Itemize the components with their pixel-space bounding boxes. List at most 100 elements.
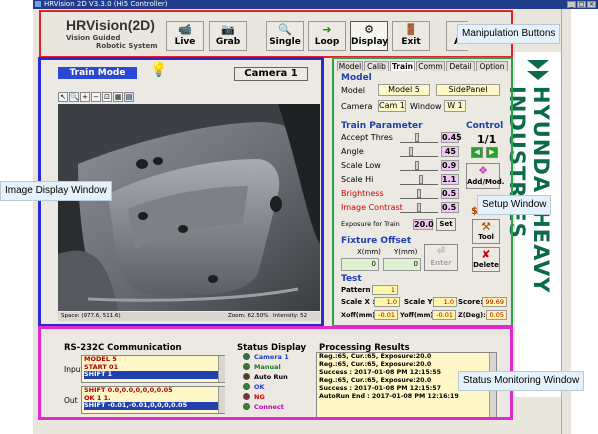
live-button[interactable]: 📹 Live: [166, 21, 204, 51]
rs232-title: RS-232C Communication: [64, 343, 182, 353]
prev-arrow-button[interactable]: ◀: [471, 147, 483, 158]
space-readout: Space: (977.6, 511.6): [61, 313, 121, 319]
image-status-bar: Space: (977.6, 511.6) Zoom: 62.50% Inten…: [58, 312, 320, 321]
slider-thumb[interactable]: [409, 147, 413, 156]
next-arrow-button[interactable]: ▶: [486, 147, 498, 158]
exit-button[interactable]: 🚪 Exit: [392, 21, 430, 51]
zoom-in-icon[interactable]: +: [80, 92, 90, 102]
status-display-title: Status Display: [237, 343, 307, 353]
tab-calib[interactable]: Calib: [364, 61, 389, 71]
input-scrollbar[interactable]: [218, 356, 225, 382]
slider-thumb[interactable]: [417, 189, 421, 198]
maximize-button[interactable]: □: [577, 1, 586, 8]
tool-label: Tool: [478, 233, 494, 241]
tab-detail[interactable]: Detail: [446, 61, 475, 71]
param-label: Scale Low: [341, 161, 381, 170]
param-value[interactable]: 0.45: [441, 132, 462, 143]
loop-button[interactable]: ➜ Loop: [308, 21, 346, 51]
delete-button[interactable]: ✘ Delete: [472, 247, 500, 272]
add-mod-button[interactable]: ❖ Add/Mod.: [466, 163, 505, 189]
param-slider[interactable]: [400, 161, 438, 171]
side-panel-field[interactable]: SidePanel: [436, 84, 500, 96]
x-mm-label: X(mm): [357, 248, 381, 256]
model-select[interactable]: Model 5: [378, 84, 430, 96]
score-value: 99.69: [482, 297, 507, 307]
hyundai-logo-icon: [523, 60, 553, 80]
manipulation-callout: Manipulation Buttons: [457, 24, 561, 44]
param-value[interactable]: 45: [441, 146, 459, 157]
exposure-label: Exposure for Train: [341, 220, 400, 228]
scale-y-value: 1.0: [433, 297, 457, 307]
camera-image[interactable]: [58, 104, 320, 311]
param-slider[interactable]: [400, 133, 438, 143]
slider-thumb[interactable]: [415, 133, 419, 142]
camera-select[interactable]: Cam 1: [378, 100, 406, 112]
log-line[interactable]: SHIFT 1: [84, 370, 224, 379]
grab-label: Grab: [215, 37, 241, 47]
tab-model[interactable]: Model: [337, 61, 363, 71]
slider-thumb[interactable]: [415, 161, 419, 170]
slider-thumb[interactable]: [419, 175, 423, 184]
y-offset-field[interactable]: 0: [383, 258, 421, 271]
fit-icon[interactable]: ⊡: [102, 92, 112, 102]
pointer-icon[interactable]: ↖: [58, 92, 68, 102]
out-scrollbar[interactable]: [218, 387, 225, 413]
image-display-callout: Image Display Window: [0, 181, 112, 201]
tool-icon: ⚒: [481, 220, 491, 233]
tab-train[interactable]: Train: [390, 61, 415, 71]
param-label: Angle: [341, 147, 364, 156]
zoom-icon[interactable]: 🔍: [69, 92, 79, 102]
exit-door-icon: 🚪: [404, 23, 418, 36]
loop-arrow-icon: ➜: [322, 23, 332, 36]
grid-icon[interactable]: ▦: [113, 92, 123, 102]
camera-field-label: Camera: [341, 102, 373, 111]
exposure-field[interactable]: 20.0: [413, 219, 434, 230]
status-led-label: OK: [254, 383, 265, 391]
display-label: Display: [351, 37, 389, 47]
yoff-value: -0.01: [432, 310, 456, 320]
param-value[interactable]: 0.5: [441, 202, 459, 213]
result-line[interactable]: Reg.:65, Cur.:65, Exposure:20.0: [319, 361, 496, 369]
display-button[interactable]: ⚙ Display: [350, 21, 388, 51]
enter-button[interactable]: ⏎ Enter: [424, 244, 458, 271]
train-parameter-title: Train Parameter: [341, 121, 423, 131]
window-select[interactable]: W 1: [444, 100, 466, 112]
param-slider[interactable]: [400, 189, 438, 199]
status-led-icon: [243, 393, 250, 400]
control-page: 1/1: [477, 133, 497, 146]
status-led-label: Camera 1: [254, 353, 289, 361]
test-title: Test: [341, 274, 362, 284]
x-offset-field[interactable]: 0: [341, 258, 379, 271]
result-line[interactable]: Reg.:65, Cur.:65, Exposure:20.0: [319, 353, 496, 361]
grid-toggle-icon[interactable]: ▤: [124, 92, 134, 102]
status-led-label: Connect: [254, 403, 284, 411]
single-button[interactable]: 🔍 Single: [266, 21, 304, 51]
param-value[interactable]: 0.5: [441, 188, 459, 199]
scale-x-label: Scale X :: [341, 298, 376, 306]
add-mod-label: Add/Mod.: [467, 178, 505, 186]
tab-option[interactable]: Option: [476, 61, 508, 71]
result-line[interactable]: AutoRun End : 2017-01-08 PM 12:16:19: [319, 393, 496, 401]
loop-label: Loop: [314, 37, 340, 47]
lightbulb-icon[interactable]: 💡: [150, 62, 167, 82]
param-value[interactable]: 1.1: [441, 174, 459, 185]
enter-icon: ⏎: [436, 246, 446, 257]
app-icon: [35, 1, 41, 7]
close-button[interactable]: ×: [587, 1, 596, 8]
out-log-list[interactable]: SHIFT 0.0,0.0,0,0,0,0.05 OK 1 1. SHIFT -0.…: [81, 386, 225, 414]
param-label: Image Contrast: [341, 203, 403, 212]
camera-icon: 📷: [221, 23, 235, 36]
param-slider[interactable]: [400, 147, 438, 157]
param-slider[interactable]: [400, 203, 438, 213]
set-button[interactable]: Set: [436, 218, 456, 231]
minimize-button[interactable]: _: [567, 1, 576, 8]
zoom-out-icon[interactable]: −: [91, 92, 101, 102]
slider-thumb[interactable]: [417, 203, 421, 212]
grab-button[interactable]: 📷 Grab: [209, 21, 247, 51]
param-value[interactable]: 0.9: [441, 160, 459, 171]
tab-comm[interactable]: Comm: [416, 61, 445, 71]
log-line[interactable]: SHIFT -0.01,-0.01,0,0,0,0.05: [84, 401, 224, 410]
tool-button[interactable]: ⚒ Tool: [472, 219, 500, 244]
input-log-list[interactable]: MODEL 5 START 01 SHIFT 1: [81, 355, 225, 383]
param-slider[interactable]: [400, 175, 438, 185]
